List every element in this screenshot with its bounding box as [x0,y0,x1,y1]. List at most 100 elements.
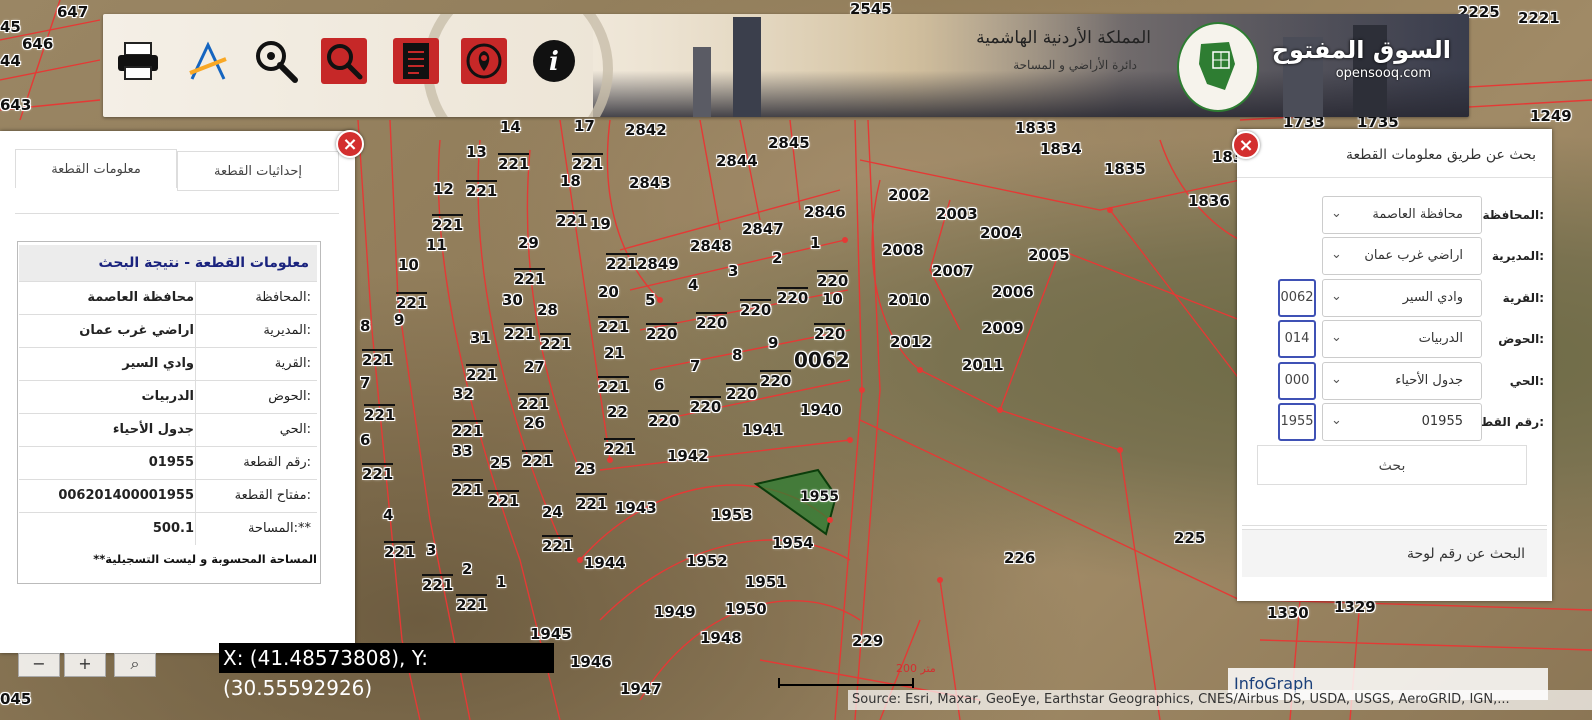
row-label: الحي: [279,422,311,437]
parcel-label: 1949 [654,603,696,621]
parcel-label: 44 [0,52,21,70]
parcel-label: 1 [496,573,507,591]
parcel-label: 221 [598,376,630,396]
parcel-label: 13 [466,143,487,161]
tab-parcel-coordinates[interactable]: إحداثيات القطعة [177,151,339,191]
parcel-label: 1833 [1015,119,1057,137]
parcel-label: 220 [814,323,846,343]
neighborhood-code-input[interactable]: 000 [1278,362,1316,400]
parcel-label: 1948 [700,629,742,647]
parcel-label: 3 [728,262,739,280]
parcel-label: 221 [572,153,604,173]
parcel-label: 1947 [620,680,662,698]
parcel-label: 221 [364,404,396,424]
parcel-label: 2844 [716,152,758,170]
parcel-code-input[interactable]: 1955 [1278,403,1316,441]
parcel-label: 643 [0,96,32,114]
divider [1242,525,1547,526]
parcel-number-select[interactable]: 01955 ⌄ [1322,403,1482,441]
field-label: الحي: [1509,374,1544,388]
zoom-search-button[interactable] [251,36,301,86]
location-button[interactable] [461,38,507,84]
parcel-label: 2011 [962,356,1004,374]
board-number-search-section[interactable]: البحث عن رقم لوحة [1242,529,1547,577]
document-button[interactable] [393,38,439,84]
directorate-select[interactable]: اراضي غرب عمان ⌄ [1322,237,1482,275]
parcel-label: 1249 [1530,107,1572,125]
parcel-label: 1951 [745,573,787,591]
map-attribution: Source: Esri, Maxar, GeoEye, Earthstar G… [848,690,1592,710]
neighborhood-select[interactable]: جدول الأحياء ⌄ [1322,362,1482,400]
close-right-panel-button[interactable]: × [1232,131,1260,159]
row-value: اراضي غرب عمان [79,323,194,338]
parcel-label: 10 [822,290,843,308]
parcel-label: 5 [645,291,656,309]
row-value: الدربيات [141,389,194,404]
measure-button[interactable] [183,36,233,86]
close-left-panel-button[interactable]: × [336,130,364,158]
parcel-label-highlighted[interactable]: 1955 [800,489,839,505]
search-button-red[interactable] [321,38,367,84]
basin-select[interactable]: الدربيات ⌄ [1322,320,1482,358]
village-select[interactable]: وادي السير ⌄ [1322,279,1482,317]
parcel-label: 6 [654,376,665,394]
jordan-map-logo-icon [1199,42,1235,90]
village-code-input[interactable]: 0062 [1278,279,1316,317]
parcel-label: 1940 [800,401,842,419]
parcel-label: 221 [422,574,454,594]
select-value: محافظة العاصمة [1372,207,1463,222]
row-label: القرية: [274,356,311,371]
parcel-label: 9 [394,311,405,329]
parcel-label: 221 [556,210,588,230]
svg-text:i: i [549,47,559,77]
parcel-label: 26 [524,414,545,432]
table-row: المديرية: اراضي غرب عمان [19,314,317,347]
parcel-info-title: معلومات القطعة - نتيجة البحث [19,245,317,281]
parcel-label: 2847 [742,220,784,238]
table-row: المحافظة: محافظة العاصمة [19,281,317,314]
parcel-label: 221 [522,450,554,470]
parcel-label: 22 [607,403,628,421]
parcel-label: 30 [502,291,523,309]
basin-code-input[interactable]: 014 [1278,320,1316,358]
neighborhood-field: الحي: جدول الأحياء ⌄ 000 [1237,362,1552,402]
parcel-label: 220 [696,312,728,332]
table-row: الحوض: الدربيات [19,380,317,413]
parcel-label: 2012 [890,333,932,351]
field-label: الحوض: [1498,332,1544,346]
parcel-label: 21 [604,344,625,362]
row-label: المساحة:** [247,521,311,536]
governorate-select[interactable]: محافظة العاصمة ⌄ [1322,196,1482,234]
scale-label: 200 متر [896,662,936,675]
zoom-out-button[interactable]: − [18,653,60,677]
parcel-info-panel: إحداثيات القطعة معلومات القطعة معلومات ا… [0,131,355,653]
search-button[interactable]: بحث [1257,445,1527,485]
parcel-search-panel: بحث عن طريق معلومات القطعة المحافظة: محا… [1237,129,1552,601]
parcel-label: 220 [817,270,849,290]
parcel-label: 1954 [772,534,814,552]
row-value: محافظة العاصمة [87,290,194,305]
document-icon [403,43,429,79]
parcel-label: 9 [768,334,779,352]
location-pin-icon [466,43,502,79]
tab-parcel-info[interactable]: معلومات القطعة [15,149,177,188]
zoom-search-icon[interactable]: ⌕ [114,653,156,677]
print-button[interactable] [113,36,163,86]
printer-icon [118,42,158,80]
parcel-label: 2849 [637,255,679,273]
parcel-label: 1952 [686,552,728,570]
parcel-label: 7 [690,357,701,375]
parcel-label: 2 [772,249,783,267]
parcel-label: 1330 [1267,604,1309,622]
parcel-label: 1946 [570,653,612,671]
parcel-label: 1944 [584,554,626,572]
magnifier-graphic [423,14,613,117]
parcel-label: 24 [542,503,563,521]
parcel-label: 1945 [530,625,572,643]
parcel-label: 221 [504,323,536,343]
parcel-label: 2002 [888,186,930,204]
info-button[interactable]: i [529,36,579,86]
zoom-in-button[interactable]: + [64,653,106,677]
row-label: المحافظة: [255,290,311,305]
table-row: المساحة:** 500.1 [19,512,317,545]
